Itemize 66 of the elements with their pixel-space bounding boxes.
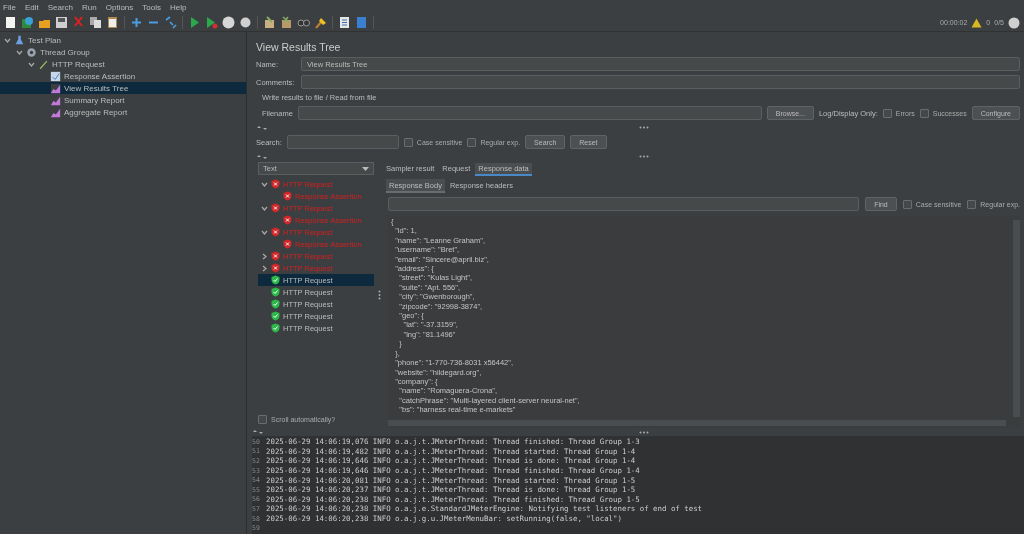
find-field[interactable] bbox=[388, 197, 860, 211]
pass-shield-icon bbox=[271, 287, 280, 297]
test-plan-icon bbox=[14, 34, 25, 46]
menu-item[interactable]: Tools bbox=[142, 2, 161, 12]
menu-item[interactable]: Search bbox=[47, 2, 74, 12]
menu-item[interactable]: File bbox=[3, 2, 16, 12]
tree-item[interactable]: Summary Report bbox=[0, 94, 246, 106]
splitter-grip-icon[interactable] bbox=[639, 126, 649, 129]
caret-down-icon[interactable] bbox=[261, 180, 268, 188]
pass-shield-icon bbox=[271, 299, 280, 309]
fail-shield-icon bbox=[283, 239, 292, 249]
sampler-icon bbox=[38, 58, 49, 70]
caret-right-icon[interactable] bbox=[261, 252, 268, 260]
pass-shield-icon bbox=[271, 311, 280, 321]
caret-right-icon[interactable] bbox=[261, 264, 268, 272]
fail-shield-icon bbox=[271, 263, 280, 273]
fail-shield-icon bbox=[283, 191, 292, 201]
reset-search-icon[interactable] bbox=[314, 16, 327, 29]
paste-icon[interactable] bbox=[106, 16, 119, 29]
search-field[interactable] bbox=[286, 135, 399, 149]
tree-item[interactable]: View Results Tree bbox=[0, 82, 246, 94]
splitter-grip-icon[interactable] bbox=[639, 155, 649, 158]
tree-item[interactable]: Aggregate Report bbox=[0, 106, 246, 118]
copy-icon[interactable] bbox=[89, 16, 102, 29]
start-icon[interactable] bbox=[188, 16, 201, 29]
tree-item[interactable]: HTTP Request bbox=[0, 58, 246, 70]
fail-shield-icon bbox=[271, 203, 280, 213]
search-icon[interactable] bbox=[297, 16, 310, 29]
clear-all-icon[interactable] bbox=[280, 16, 293, 29]
tree-item[interactable]: Thread Group bbox=[0, 46, 246, 58]
caret-down-icon[interactable] bbox=[261, 228, 268, 236]
menu-item[interactable]: Run bbox=[82, 2, 97, 12]
new-icon[interactable] bbox=[4, 16, 17, 29]
assertion-icon bbox=[50, 70, 61, 82]
caret-down-icon[interactable] bbox=[261, 204, 268, 212]
tree-item[interactable]: Test Plan bbox=[0, 34, 246, 46]
splitter-arrows-icon[interactable] bbox=[252, 429, 264, 435]
splitter-arrows-icon[interactable] bbox=[256, 153, 268, 160]
split-handle-icon[interactable] bbox=[378, 290, 381, 300]
menu-item[interactable]: Help bbox=[170, 2, 187, 12]
fail-shield-icon bbox=[271, 227, 280, 237]
caret-down-icon[interactable] bbox=[16, 48, 23, 56]
tree-item[interactable]: Response Assertion bbox=[0, 70, 246, 82]
pass-shield-icon bbox=[271, 323, 280, 333]
warning-icon[interactable] bbox=[971, 17, 983, 28]
panel-title: View Results Tree bbox=[256, 41, 342, 53]
start-no-pause-icon[interactable] bbox=[205, 16, 218, 29]
menu-item[interactable]: Options bbox=[105, 2, 134, 12]
thread-group-icon bbox=[26, 46, 37, 58]
splitter-arrows-icon[interactable] bbox=[256, 124, 268, 131]
save-icon[interactable] bbox=[55, 16, 68, 29]
caret-down-icon[interactable] bbox=[28, 60, 35, 68]
menu-item[interactable]: Edit bbox=[24, 2, 39, 12]
stop-icon[interactable] bbox=[222, 16, 235, 29]
fail-shield-icon bbox=[271, 251, 280, 261]
listener-icon bbox=[50, 82, 61, 94]
caret-down-icon[interactable] bbox=[4, 36, 11, 44]
fail-shield-icon bbox=[271, 179, 280, 189]
comments-field[interactable] bbox=[301, 75, 1020, 89]
pass-shield-icon bbox=[271, 275, 280, 285]
splitter-grip-icon[interactable] bbox=[639, 430, 649, 434]
fail-shield-icon bbox=[283, 215, 292, 225]
filename-field[interactable] bbox=[297, 106, 762, 120]
expand-icon[interactable] bbox=[130, 16, 143, 29]
clear-icon[interactable] bbox=[263, 16, 276, 29]
caret-down-icon bbox=[362, 166, 369, 171]
